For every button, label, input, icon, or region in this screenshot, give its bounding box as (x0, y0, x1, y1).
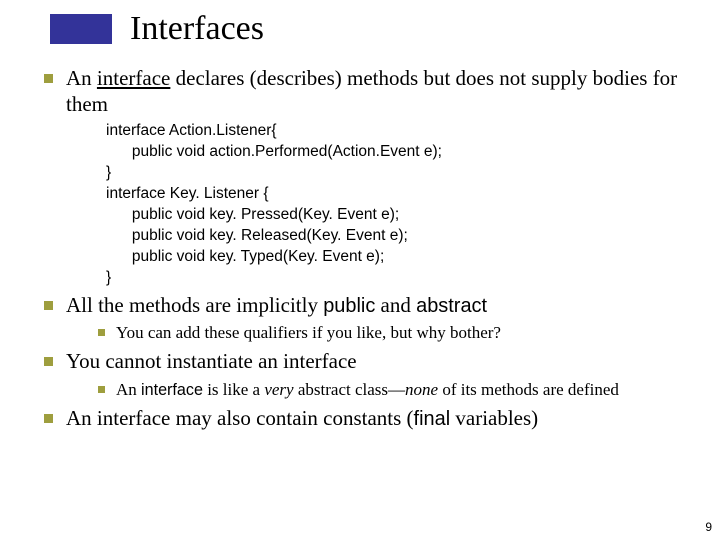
bullet-list: An interface declares (describes) method… (38, 66, 690, 431)
b3s-it2: none (405, 380, 438, 399)
b3s-mid2: abstract class— (294, 380, 405, 399)
bullet-3-sub: An interface is like a very abstract cla… (94, 379, 690, 402)
b4-kw: final (414, 408, 451, 430)
bullet-1: An interface declares (describes) method… (38, 66, 690, 289)
b3s-mid1: is like a (203, 380, 264, 399)
bullet-2-sublist: You can add these qualifiers if you like… (94, 322, 690, 345)
b3-text: You cannot instantiate an interface (66, 349, 357, 373)
bullet-2-sub: You can add these qualifiers if you like… (94, 322, 690, 345)
b3s-kw: interface (141, 381, 203, 399)
b2-mid: and (375, 293, 416, 317)
bullet-3-sublist: An interface is like a very abstract cla… (94, 379, 690, 402)
slide-body: An interface declares (describes) method… (30, 66, 690, 431)
b1-underlined: interface (97, 66, 170, 90)
code-block: interface Action.Listener{ public void a… (106, 121, 690, 288)
b2-pre: All the methods are implicitly (66, 293, 323, 317)
b2-kw1: public (323, 295, 375, 317)
title-row: Interfaces (50, 10, 690, 48)
b1-pre: An (66, 66, 97, 90)
page-number: 9 (705, 520, 712, 534)
b4-pre: An interface may also contain constants … (66, 406, 414, 430)
b4-post: variables) (450, 406, 538, 430)
title-accent-bar (50, 14, 112, 44)
b2-kw2: abstract (416, 295, 487, 317)
b3s-pre: An (116, 380, 141, 399)
b3s-it1: very (264, 380, 293, 399)
b3s-post: of its methods are defined (438, 380, 619, 399)
slide-title: Interfaces (130, 10, 264, 48)
bullet-2: All the methods are implicitly public an… (38, 293, 690, 346)
slide: Interfaces An interface declares (descri… (0, 0, 720, 540)
bullet-4: An interface may also contain constants … (38, 406, 690, 432)
bullet-3: You cannot instantiate an interface An i… (38, 349, 690, 402)
